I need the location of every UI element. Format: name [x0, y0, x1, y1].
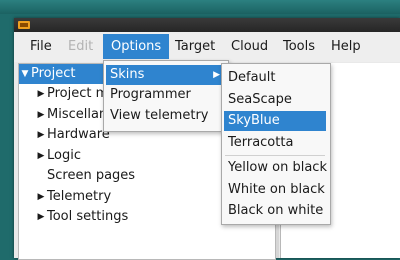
app-window: File Edit Options Target Cloud Tools Hel… — [14, 18, 400, 260]
skin-skyblue[interactable]: SkyBlue — [224, 111, 326, 131]
menu-edit[interactable]: Edit — [60, 34, 101, 59]
chevron-right-icon: ▶ — [213, 70, 220, 80]
skin-yellow-on-black[interactable]: Yellow on black — [224, 158, 327, 178]
skin-white-on-black[interactable]: White on black — [224, 180, 326, 200]
options-menu: Skins ▶ Programmer View telemetry — [103, 60, 229, 132]
menu-item-skins[interactable]: Skins ▶ — [106, 65, 224, 85]
menu-file[interactable]: File — [22, 34, 60, 59]
menu-tools[interactable]: Tools — [275, 34, 323, 59]
menu-help[interactable]: Help — [323, 34, 369, 59]
skin-default[interactable]: Default — [224, 68, 326, 88]
menu-bar: File Edit Options Target Cloud Tools Hel… — [14, 32, 400, 62]
triangle-right-icon[interactable]: ▶ — [35, 146, 47, 166]
menu-options[interactable]: Options — [103, 34, 170, 59]
triangle-down-icon[interactable]: ▼ — [19, 64, 31, 84]
tree-item-label: Project — [31, 66, 76, 81]
menu-item-programmer[interactable]: Programmer — [106, 85, 224, 105]
desktop-background — [0, 0, 400, 14]
triangle-right-icon[interactable]: ▶ — [35, 187, 47, 207]
tree-item-label: Screen pages — [47, 168, 136, 183]
triangle-right-icon[interactable]: ▶ — [35, 125, 47, 145]
skin-seascape[interactable]: SeaScape — [224, 90, 326, 110]
tree-item-label: Project m — [47, 86, 109, 101]
menu-separator — [225, 155, 325, 156]
tree-item-label: Telemetry — [47, 189, 112, 204]
triangle-right-icon[interactable]: ▶ — [35, 105, 47, 125]
triangle-right-icon[interactable]: ▶ — [35, 207, 47, 227]
title-bar[interactable] — [14, 18, 400, 32]
menu-target[interactable]: Target — [167, 34, 223, 59]
tree-item-label: Logic — [47, 148, 81, 163]
menu-item-label: Skins — [110, 67, 145, 82]
tree-item-project[interactable]: ▼ Project — [19, 64, 103, 84]
tree-item-label: Miscellan — [47, 107, 108, 122]
menu-item-view-telemetry[interactable]: View telemetry — [106, 106, 224, 126]
menu-cloud[interactable]: Cloud — [223, 34, 276, 59]
skin-black-on-white[interactable]: Black on white — [224, 201, 326, 221]
skin-terracotta[interactable]: Terracotta — [224, 133, 326, 153]
skins-submenu: Default SeaScape SkyBlue Terracotta Yell… — [221, 63, 331, 225]
app-icon — [18, 21, 30, 29]
tree-item-label: Hardware — [47, 127, 110, 142]
tree-item-label: Tool settings — [47, 209, 129, 224]
triangle-right-icon[interactable]: ▶ — [35, 84, 47, 104]
